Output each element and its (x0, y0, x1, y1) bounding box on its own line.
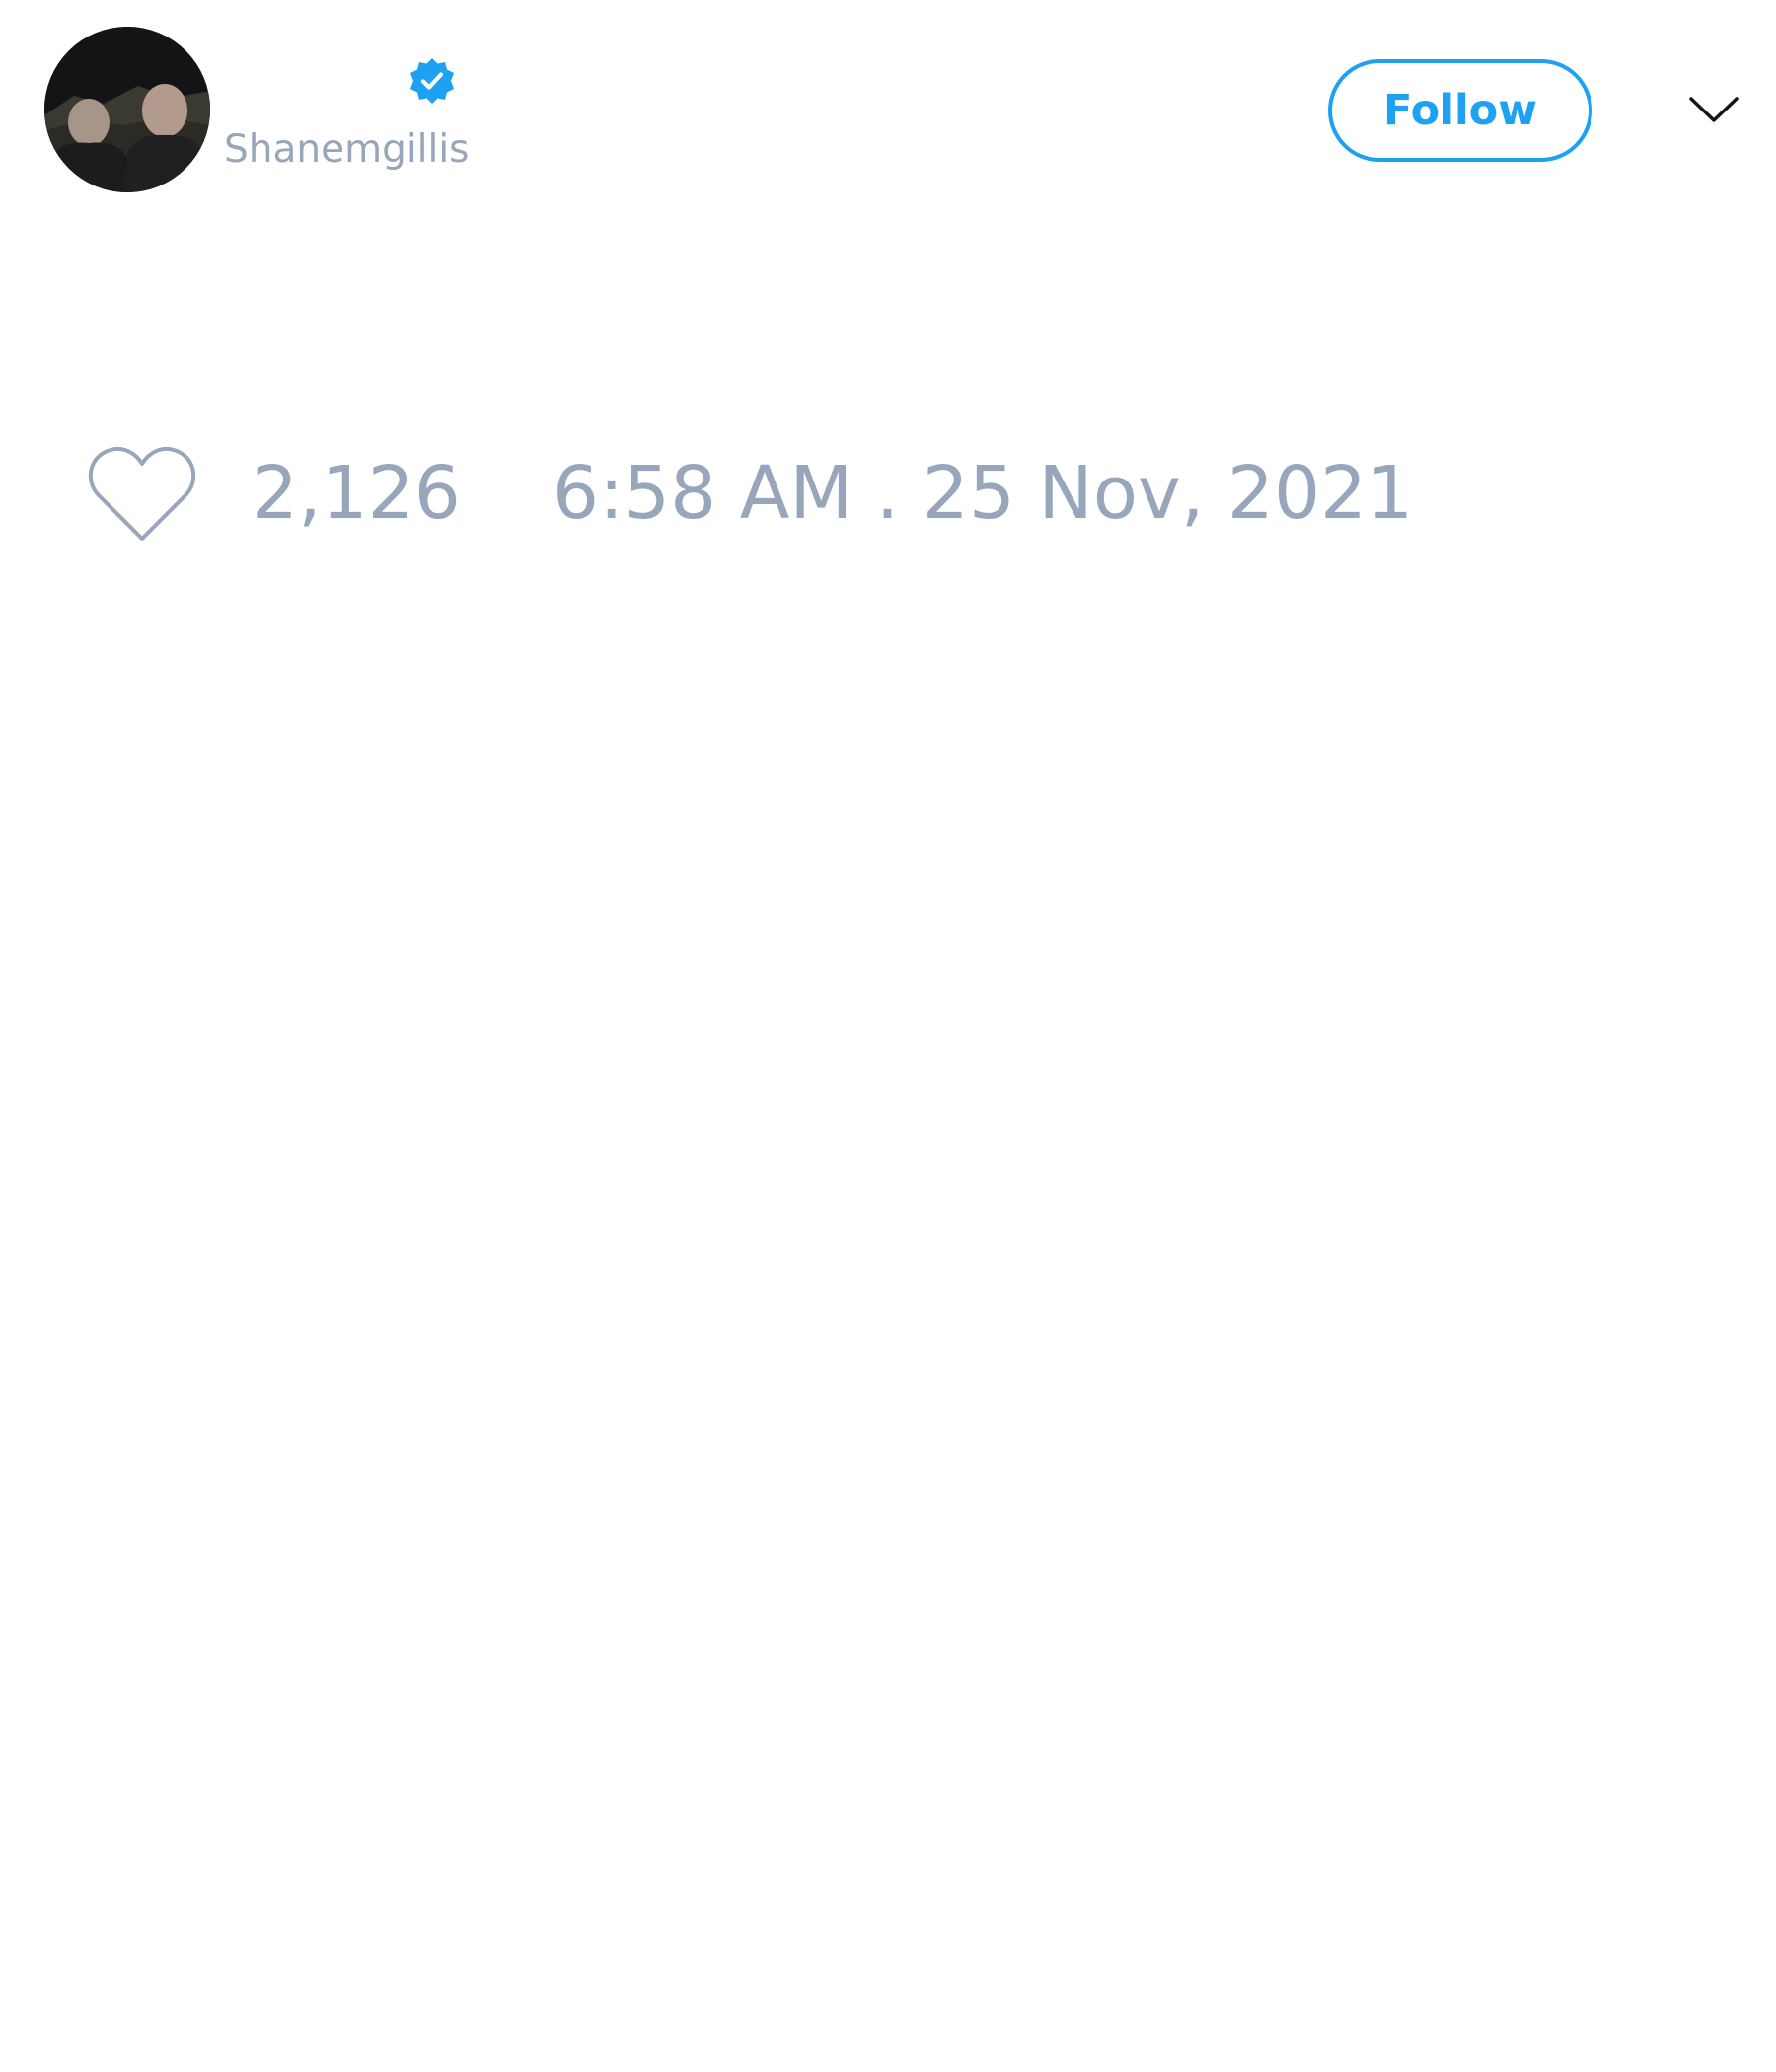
avatar[interactable] (44, 27, 210, 192)
tweet-timestamp[interactable]: 6:58 AM . 25 Nov, 2021 (553, 449, 1413, 538)
author-handle[interactable]: Shanemgillis (224, 123, 470, 177)
chevron-down-icon[interactable] (1687, 85, 1740, 134)
avatar-photo (44, 27, 210, 192)
heart-icon[interactable] (87, 444, 197, 545)
follow-button[interactable]: Follow (1328, 59, 1592, 162)
like-count: 2,126 (252, 451, 461, 536)
verified-badge-icon (407, 56, 457, 106)
